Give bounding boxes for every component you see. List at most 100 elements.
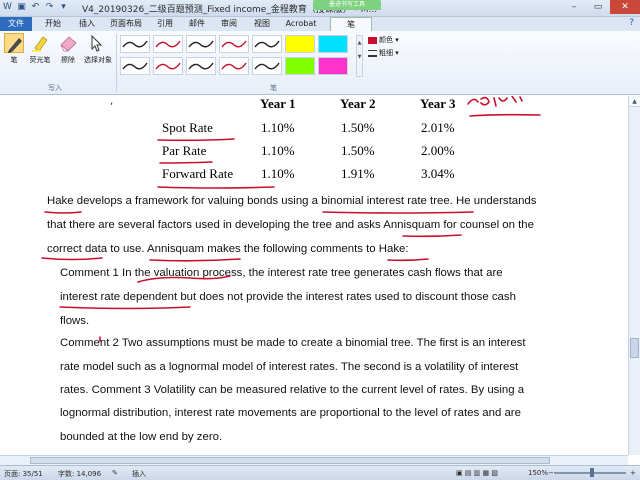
- pen-swatch[interactable]: [318, 35, 348, 53]
- tab-review[interactable]: 审阅: [216, 17, 242, 31]
- tab-page-layout[interactable]: 页面布局: [106, 17, 146, 31]
- save-icon[interactable]: ▣: [16, 2, 27, 13]
- pen-icon: [4, 33, 24, 53]
- quick-access-toolbar: W ▣ ↶ ↷ ▾: [2, 2, 69, 13]
- ink-underline: [157, 186, 275, 189]
- body-line: Hake develops a framework for valuing bo…: [47, 195, 537, 207]
- body-line: correct data to use. Annisquam makes the…: [47, 243, 409, 255]
- status-bar: 页面: 35/51 字数: 14,096 ✎ 插入 ▣ ▤ ▥ ▦ ▧ 150%…: [0, 465, 640, 480]
- table-cell: 1.50%: [341, 120, 375, 135]
- pen-gallery-more-button[interactable]: ▲ ▼: [356, 35, 363, 77]
- table-cell: 2.01%: [421, 120, 455, 135]
- pen-swatch[interactable]: [153, 57, 183, 75]
- table-header-year1: Year 1: [260, 96, 296, 111]
- eraser-tool-label: 擦除: [61, 56, 75, 64]
- tab-mailings[interactable]: 邮件: [184, 17, 210, 31]
- table-cell: 3.04%: [421, 166, 455, 181]
- customize-qat-icon[interactable]: ▾: [58, 2, 69, 13]
- tab-home[interactable]: 开始: [38, 17, 68, 31]
- help-icon[interactable]: ?: [629, 18, 634, 28]
- table-cell: 1.10%: [261, 143, 295, 158]
- table-cell: 1.50%: [341, 143, 375, 158]
- document-page[interactable]: , Year 1 Year 2 Year 3 Spot Rate 1.10% 1…: [0, 96, 628, 455]
- insert-mode[interactable]: 插入: [132, 469, 146, 479]
- body-line: flows.: [60, 315, 90, 327]
- body-line: interest rate dependent but does not pro…: [60, 291, 516, 303]
- tab-insert[interactable]: 插入: [72, 17, 102, 31]
- pen-swatch[interactable]: [285, 35, 315, 53]
- proofing-icon[interactable]: ✎: [112, 469, 118, 477]
- ink-underline: [322, 211, 474, 214]
- ink-underline: [59, 306, 191, 310]
- ink-underline: [402, 234, 462, 238]
- group-pens-label: 笔: [270, 84, 277, 92]
- pen-swatch[interactable]: [120, 35, 150, 53]
- body-line: rate model such as a lognormal model of …: [60, 361, 519, 373]
- pen-swatch[interactable]: [120, 57, 150, 75]
- pen-swatch[interactable]: [219, 57, 249, 75]
- pen-swatch[interactable]: [153, 35, 183, 53]
- weight-lines-icon: [368, 49, 377, 57]
- body-line: Comment 2 Two assumptions must be made t…: [60, 337, 526, 349]
- page-count[interactable]: 页面: 35/51: [4, 469, 43, 479]
- cursor-icon: [86, 33, 106, 53]
- zoom-level[interactable]: 150%: [528, 469, 548, 477]
- tab-view[interactable]: 视图: [248, 17, 276, 31]
- title-bar: W ▣ ↶ ↷ ▾ V4_20190326_二级百题预测_Fixed incom…: [0, 0, 640, 17]
- weight-button[interactable]: 粗细 ▾: [368, 47, 399, 60]
- table-cell: 1.10%: [261, 120, 295, 135]
- context-tab-group-label: 墨迹书写工具: [313, 0, 381, 10]
- color-button[interactable]: 颜色 ▾: [368, 34, 399, 47]
- vertical-scrollbar[interactable]: ▲: [628, 96, 640, 455]
- highlighter-tool-label: 荧光笔: [29, 56, 51, 64]
- word-window: W ▣ ↶ ↷ ▾ V4_20190326_二级百题预测_Fixed incom…: [0, 0, 640, 480]
- body-line: that there are several factors used in d…: [47, 219, 534, 231]
- pen-swatch[interactable]: [318, 57, 348, 75]
- ribbon-tabs: 文件 开始 插入 页面布局 引用 邮件 审阅 视图 Acrobat 笔 ?: [0, 17, 640, 31]
- pen-options: 颜色 ▾ 粗细 ▾: [368, 34, 399, 60]
- horizontal-scroll-thumb[interactable]: [30, 457, 550, 464]
- window-controls: – ▭ ✕: [562, 0, 640, 14]
- color-label: 颜色: [379, 36, 393, 44]
- weight-label: 粗细: [379, 49, 393, 57]
- table-cell: 1.91%: [341, 166, 375, 181]
- view-buttons[interactable]: ▣ ▤ ▥ ▦ ▧: [456, 469, 498, 477]
- tab-references[interactable]: 引用: [152, 17, 178, 31]
- tab-acrobat[interactable]: Acrobat: [282, 17, 320, 31]
- row-label-forward: Forward Rate: [162, 166, 234, 181]
- scroll-up-arrow-icon[interactable]: ▲: [629, 96, 640, 107]
- pen-swatch[interactable]: [252, 57, 282, 75]
- highlighter-tool-button[interactable]: 荧光笔: [28, 33, 52, 65]
- close-button[interactable]: ✕: [610, 0, 640, 14]
- zoom-in-icon[interactable]: +: [630, 469, 636, 477]
- select-objects-label: 选择对象: [84, 56, 112, 64]
- ink-underline: [387, 258, 429, 262]
- vertical-scroll-thumb[interactable]: [630, 338, 639, 358]
- row-label-par: Par Rate: [162, 143, 207, 158]
- pen-swatch[interactable]: [186, 57, 216, 75]
- ribbon-panel: 笔 荧光笔 擦除 选择对象 写入 ▲ ▼ 颜色 ▾ 粗细 ▾ 笔: [0, 31, 640, 95]
- tab-file[interactable]: 文件: [0, 17, 32, 31]
- eraser-tool-button[interactable]: 擦除: [56, 33, 80, 65]
- word-count[interactable]: 字数: 14,096: [58, 469, 101, 479]
- pen-swatch[interactable]: [219, 35, 249, 53]
- maximize-button[interactable]: ▭: [586, 0, 610, 14]
- horizontal-scrollbar[interactable]: [0, 455, 628, 465]
- highlighter-icon: [30, 33, 50, 53]
- pen-tool-button[interactable]: 笔: [2, 33, 26, 65]
- redo-icon[interactable]: ↷: [44, 2, 55, 13]
- tab-pens[interactable]: 笔: [330, 17, 372, 31]
- pen-gallery: [120, 35, 360, 77]
- ink-underline: [41, 257, 103, 261]
- row-label-spot: Spot Rate: [162, 120, 213, 135]
- minimize-button[interactable]: –: [562, 0, 586, 14]
- ribbon-separator: [116, 34, 117, 92]
- zoom-out-icon[interactable]: −: [548, 469, 554, 477]
- eraser-icon: [58, 33, 78, 53]
- pen-swatch[interactable]: [186, 35, 216, 53]
- zoom-slider-thumb[interactable]: [590, 468, 594, 477]
- pen-swatch[interactable]: [285, 57, 315, 75]
- pen-swatch[interactable]: [252, 35, 282, 53]
- select-objects-button[interactable]: 选择对象: [84, 33, 112, 65]
- undo-icon[interactable]: ↶: [30, 2, 41, 13]
